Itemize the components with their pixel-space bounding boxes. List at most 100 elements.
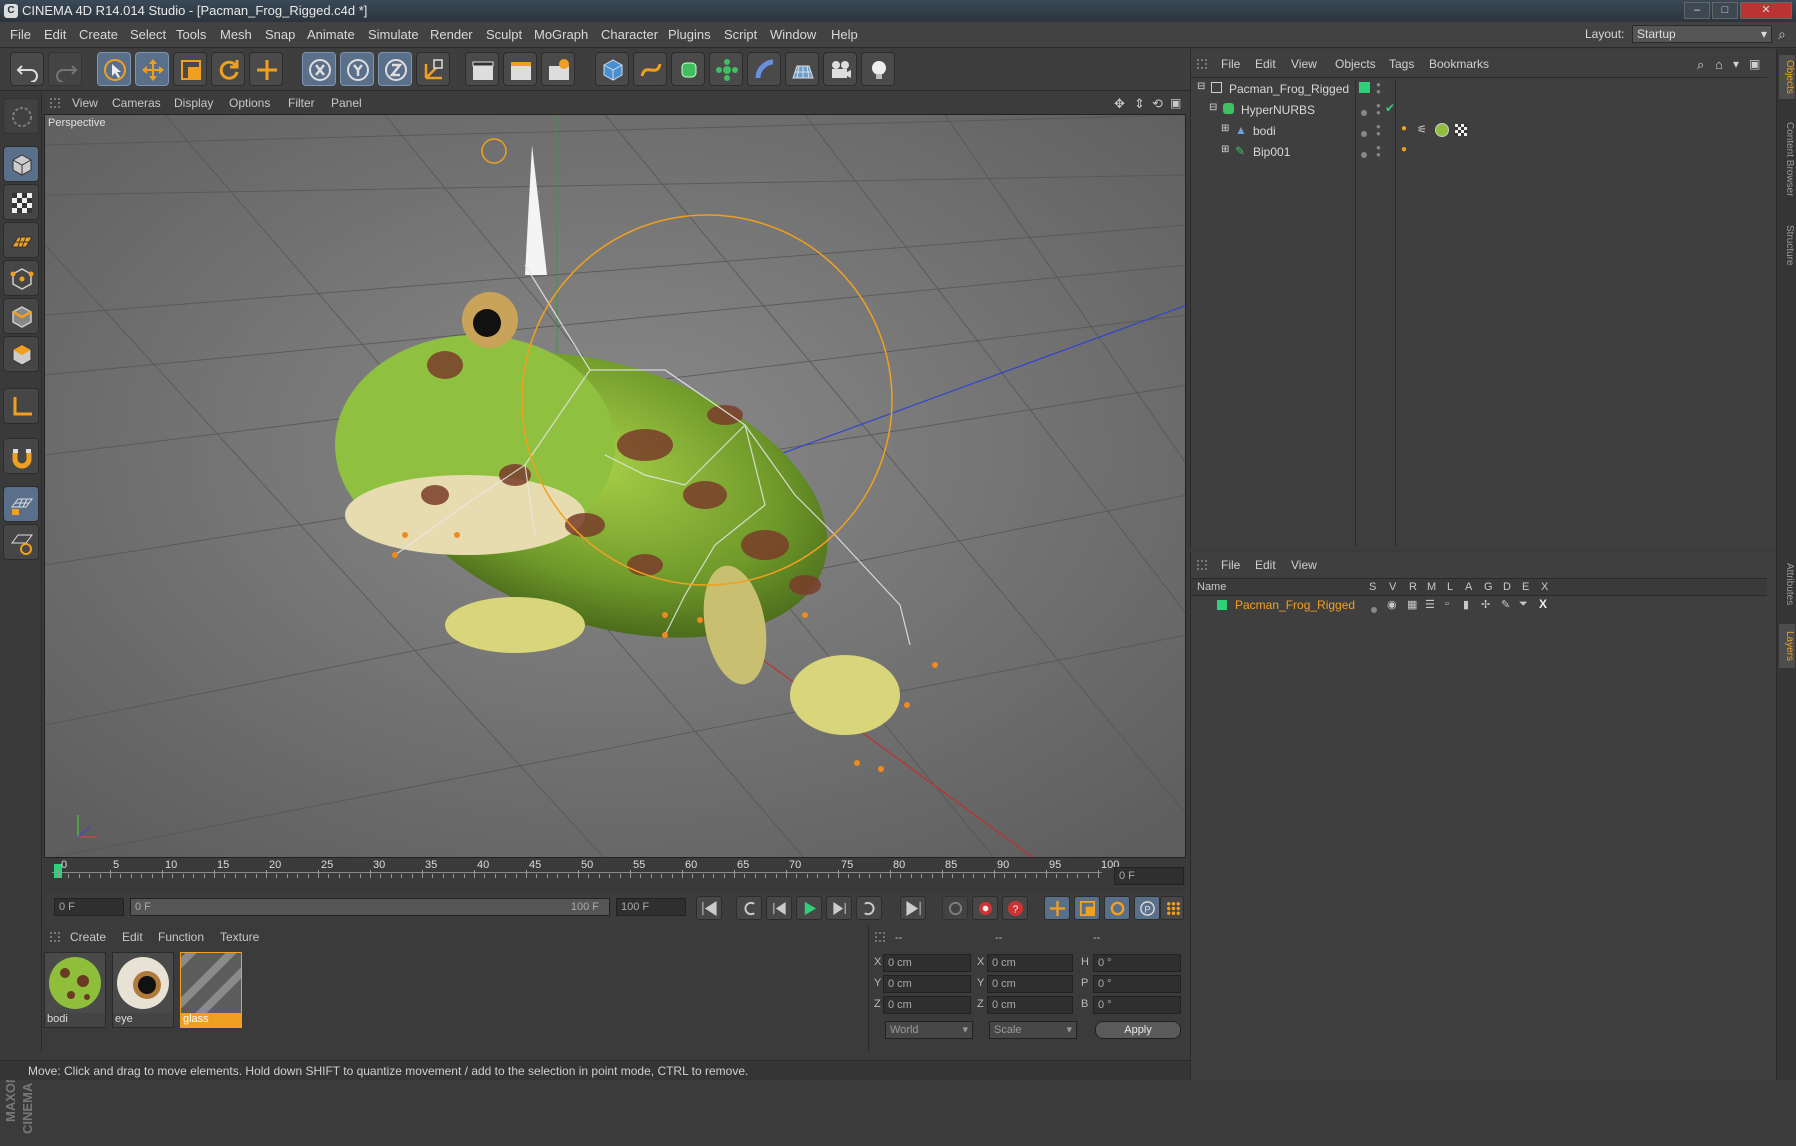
current-frame-field[interactable]: 0 F [1114, 867, 1184, 885]
tab-content-browser[interactable]: Content Browser [1779, 109, 1795, 209]
render-view-button[interactable] [465, 52, 499, 86]
material-tag-bodi-icon[interactable] [1435, 123, 1449, 137]
render-settings-button[interactable] [541, 52, 575, 86]
eye-icon[interactable]: ◉ [1387, 598, 1397, 611]
material-menu-create[interactable]: Create [70, 930, 106, 944]
menu-create[interactable]: Create [79, 27, 118, 42]
rotation-h-field[interactable]: 0 ° [1093, 954, 1181, 972]
rotate-tool-button[interactable] [211, 52, 245, 86]
viewport-menu-panel[interactable]: Panel [331, 96, 362, 110]
tab-layers[interactable]: Layers [1779, 624, 1795, 668]
menu-mesh[interactable]: Mesh [220, 27, 252, 42]
position-z-field[interactable]: 0 cm [883, 996, 971, 1014]
maximize-button[interactable]: □ [1712, 2, 1738, 19]
enabled-checkmark-icon[interactable]: ✔ [1385, 101, 1395, 115]
panel-grip-icon[interactable] [1197, 560, 1207, 570]
viewport-menu-view[interactable]: View [72, 96, 98, 110]
undo-button[interactable] [10, 52, 44, 86]
menu-sculpt[interactable]: Sculpt [486, 27, 522, 42]
visibility-dots[interactable]: ● ● [1376, 102, 1381, 117]
tab-objects[interactable]: Objects [1779, 55, 1795, 99]
object-row-bodi[interactable]: ⊞ ▲ bodi ● ● ● ⚟ [1191, 121, 1767, 142]
visibility-dots[interactable]: ● ● [1376, 123, 1381, 138]
menu-file[interactable]: File [10, 27, 31, 42]
rotate-view-icon[interactable]: ⟲ [1152, 96, 1163, 112]
object-menu-edit[interactable]: Edit [1255, 57, 1276, 71]
material-swatch-glass[interactable]: glass [148, 920, 254, 1028]
points-mode-button[interactable] [3, 260, 39, 296]
tab-attributes[interactable]: Attributes [1779, 554, 1795, 614]
workplane-mode-button[interactable] [3, 222, 39, 258]
keyframe-selection-button[interactable]: ? [1002, 896, 1028, 920]
object-menu-objects[interactable]: Objects [1335, 57, 1376, 71]
render-picture-viewer-button[interactable] [503, 52, 537, 86]
scale-tool-button[interactable] [173, 52, 207, 86]
viewport-menu-cameras[interactable]: Cameras [112, 96, 161, 110]
collapse-icon[interactable]: ⊟ [1197, 81, 1205, 92]
coordinate-system-button[interactable] [416, 52, 450, 86]
point-level-key-button[interactable] [1160, 896, 1184, 920]
edges-mode-button[interactable] [3, 298, 39, 334]
add-nurbs-button[interactable] [671, 52, 705, 86]
texture-tag-icon[interactable] [1455, 124, 1467, 136]
layer-name[interactable]: Pacman_Frog_Rigged [1235, 598, 1355, 612]
visibility-dots[interactable]: ● ● [1376, 144, 1381, 159]
generator-icon[interactable]: ✢ [1481, 598, 1490, 611]
frame-range-slider[interactable]: 0 F 100 F [130, 898, 610, 916]
dolly-view-icon[interactable]: ⇕ [1134, 96, 1145, 112]
object-row-hypernurbs[interactable]: ⊟ HyperNURBS ● ● ✔ [1191, 100, 1767, 121]
next-frame-button[interactable] [826, 896, 852, 920]
planar-workplane-button[interactable] [3, 524, 39, 560]
play-button[interactable] [796, 896, 822, 920]
menu-select[interactable]: Select [130, 27, 166, 42]
weight-tag-icon[interactable]: ⚟ [1417, 123, 1427, 136]
solo-toggle[interactable] [1371, 602, 1377, 616]
menu-script[interactable]: Script [724, 27, 757, 42]
start-frame-field[interactable]: 0 F [54, 898, 124, 916]
object-menu-file[interactable]: File [1221, 57, 1240, 71]
menu-plugins[interactable]: Plugins [668, 27, 711, 42]
y-axis-button[interactable] [340, 52, 374, 86]
redo-button[interactable] [48, 52, 82, 86]
viewport-menu-filter[interactable]: Filter [288, 96, 315, 110]
layer-color-swatch[interactable] [1359, 82, 1370, 93]
editor-visibility-dot[interactable] [1361, 147, 1367, 161]
minimize-button[interactable]: – [1684, 2, 1710, 19]
scale-key-button[interactable] [1074, 896, 1100, 920]
menu-edit[interactable]: Edit [44, 27, 66, 42]
render-icon[interactable]: ▦ [1407, 598, 1417, 611]
menu-simulate[interactable]: Simulate [368, 27, 419, 42]
panel-grip-icon[interactable] [50, 98, 60, 108]
new-view-icon[interactable]: ▣ [1749, 57, 1760, 71]
perspective-viewport[interactable]: Perspective [44, 114, 1186, 858]
visibility-dots[interactable]: ● ● [1376, 81, 1381, 96]
expression-icon[interactable]: ⏷ [1519, 598, 1528, 611]
x-axis-button[interactable] [302, 52, 336, 86]
material-swatch-bodi[interactable]: bodi [44, 952, 106, 1028]
rotation-p-field[interactable]: 0 ° [1093, 975, 1181, 993]
layer-color-swatch[interactable] [1217, 600, 1227, 610]
panel-grip-icon[interactable] [50, 932, 60, 942]
menu-help[interactable]: Help [831, 27, 858, 42]
record-keys-button[interactable] [942, 896, 968, 920]
snap-button[interactable] [3, 438, 39, 474]
menu-window[interactable]: Window [770, 27, 816, 42]
menu-snap[interactable]: Snap [265, 27, 295, 42]
object-menu-tags[interactable]: Tags [1389, 57, 1414, 71]
maximize-view-icon[interactable]: ▣ [1170, 96, 1181, 110]
apply-button[interactable]: Apply [1095, 1021, 1181, 1039]
menu-character[interactable]: Character [601, 27, 658, 42]
position-key-button[interactable] [1044, 896, 1070, 920]
animation-icon[interactable]: ▮ [1463, 598, 1469, 611]
next-key-button[interactable] [856, 896, 882, 920]
menu-tools[interactable]: Tools [176, 27, 206, 42]
add-environment-button[interactable] [785, 52, 819, 86]
close-button[interactable]: ✕ [1740, 2, 1792, 19]
z-axis-button[interactable] [378, 52, 412, 86]
viewport-menu-display[interactable]: Display [174, 96, 213, 110]
layer-menu-file[interactable]: File [1221, 558, 1240, 572]
add-array-button[interactable] [709, 52, 743, 86]
layout-dropdown[interactable]: Startup ▾ [1632, 25, 1772, 43]
panel-grip-icon[interactable] [875, 932, 885, 942]
position-y-field[interactable]: 0 cm [883, 975, 971, 993]
